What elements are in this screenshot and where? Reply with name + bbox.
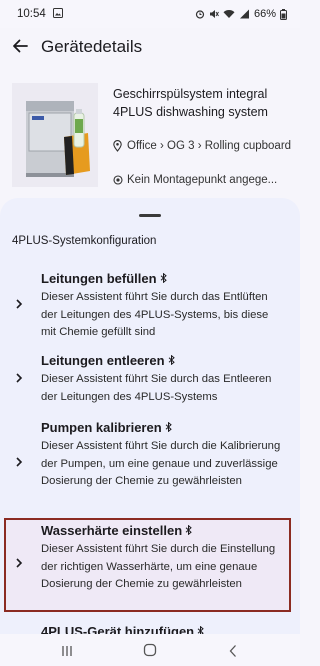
home-icon[interactable] — [143, 643, 157, 657]
battery-icon — [280, 8, 287, 20]
alarm-icon — [195, 10, 205, 19]
battery-level: 66% — [253, 8, 276, 20]
config-item-title: Pumpen kalibrieren — [41, 420, 172, 435]
page-title: Gerätedetails — [41, 37, 143, 56]
bluetooth-icon — [160, 273, 167, 283]
status-left-icons — [53, 8, 63, 18]
config-item-description: Dieser Assistent führt Sie durch die Ein… — [41, 543, 276, 590]
status-time: 10:54 — [17, 8, 46, 20]
bluetooth-icon — [168, 355, 175, 365]
arrow-left-icon[interactable] — [10, 36, 30, 56]
target-icon — [113, 175, 123, 185]
config-item-title: Leitungen befüllen — [41, 271, 167, 286]
system-config-sheet: 4PLUS-Systemkonfiguration Leitungen befü… — [0, 198, 300, 634]
device-summary: Geschirrspülsystem integral 4PLUS dishwa… — [0, 80, 300, 192]
config-item-title: 4PLUS-Gerät hinzufügen — [41, 624, 204, 634]
bluetooth-icon — [185, 525, 192, 535]
location-pin-icon — [113, 140, 122, 152]
gallery-notification-icon — [53, 8, 63, 18]
app-bar: Gerätedetails — [0, 28, 300, 66]
config-item-title: Leitungen entleeren — [41, 353, 175, 368]
system-nav-bar — [0, 634, 300, 666]
device-image — [12, 83, 98, 187]
chevron-right-icon — [16, 457, 23, 467]
config-item-title: Wasserhärte einstellen — [41, 523, 192, 538]
device-mount: Kein Montagepunkt angege... — [113, 174, 277, 186]
config-item-description: Dieser Assistent führt Sie durch das Ent… — [41, 373, 272, 403]
chevron-right-icon — [16, 299, 23, 309]
chevron-right-icon — [16, 558, 23, 568]
bluetooth-icon — [197, 626, 204, 634]
status-right-icons: 66% — [195, 8, 287, 20]
signal-icon — [239, 9, 249, 19]
dishwasher-illustration — [12, 83, 98, 187]
recent-apps-icon[interactable] — [60, 645, 74, 657]
section-title: 4PLUS-Systemkonfiguration — [12, 235, 157, 247]
back-nav-icon[interactable] — [229, 644, 237, 658]
config-item-description: Dieser Assistent führt Sie durch das Ent… — [41, 291, 269, 338]
chevron-right-icon — [16, 373, 23, 383]
device-name: Geschirrspülsystem integral 4PLUS dishwa… — [113, 87, 268, 119]
device-location-text: Office › OG 3 › Rolling cupboard — [127, 140, 292, 152]
bluetooth-icon — [165, 422, 172, 432]
drag-handle[interactable] — [139, 214, 161, 217]
wifi-icon — [223, 10, 235, 18]
device-location: Office › OG 3 › Rolling cupboard — [113, 138, 298, 154]
status-bar: 10:54 66% — [0, 0, 300, 28]
config-item-description: Dieser Assistent führt Sie durch die Kal… — [41, 440, 281, 487]
mute-icon — [209, 10, 219, 18]
device-mount-text: Kein Montagepunkt angege... — [127, 174, 278, 186]
